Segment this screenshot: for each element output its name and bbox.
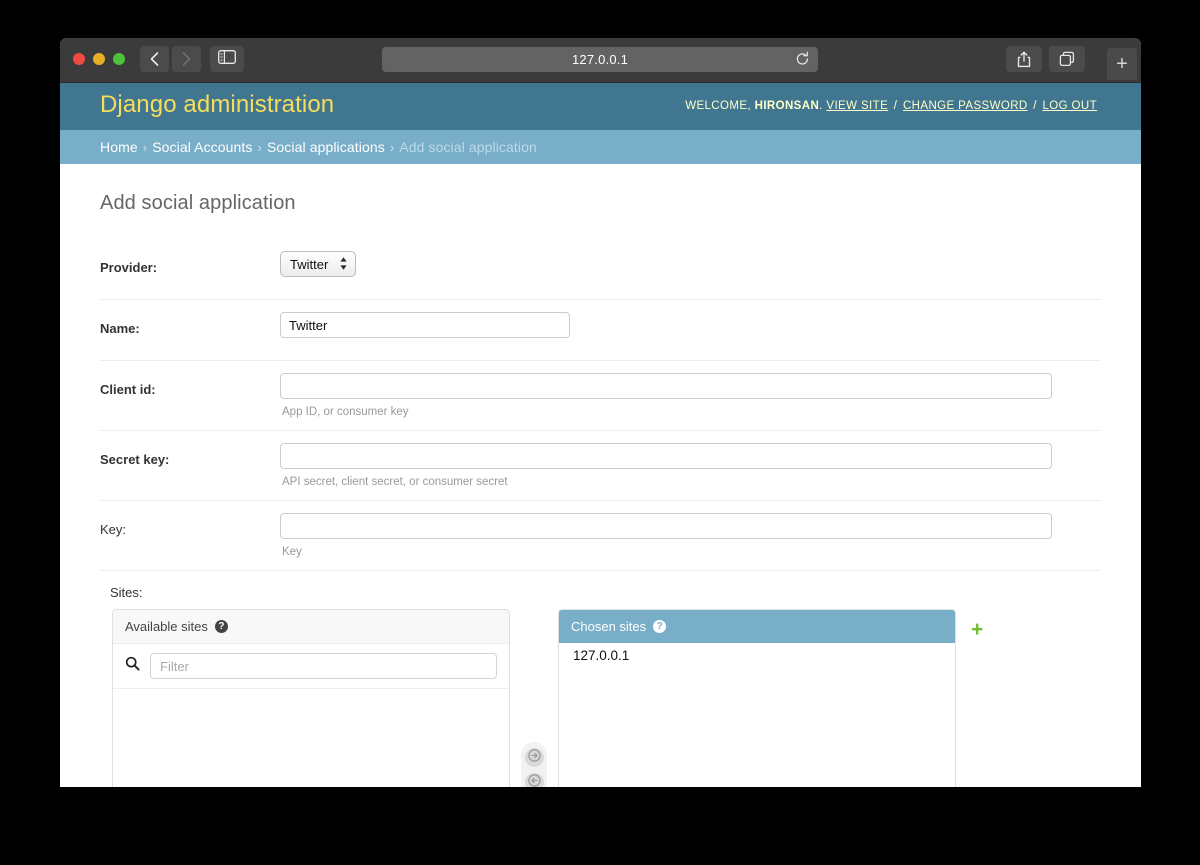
browser-titlebar: 127.0.0.1 +: [60, 38, 1141, 83]
sites-label: Sites:: [110, 585, 143, 600]
minimize-window-button[interactable]: [93, 53, 105, 65]
secret-key-help-text: API secret, client secret, or consumer s…: [282, 476, 508, 488]
sidebar-icon: [218, 49, 236, 69]
window-controls: [73, 53, 125, 65]
reload-icon[interactable]: [795, 51, 810, 72]
form-row-client-id: Client id: App ID, or consumer key: [100, 361, 1101, 431]
share-icon: [1017, 51, 1031, 68]
search-icon: [125, 656, 140, 676]
toolbar-right-buttons: [1006, 46, 1085, 72]
user-tools-separator: /: [893, 100, 898, 112]
client-id-help-text: App ID, or consumer key: [282, 406, 409, 418]
available-sites-filter-input[interactable]: [150, 653, 497, 679]
share-button[interactable]: [1006, 46, 1042, 72]
navigation-buttons: [140, 46, 201, 72]
form-row-key: Key: Key: [100, 501, 1101, 571]
screen: 127.0.0.1 + Django administration WELCOM…: [0, 0, 1200, 865]
form-row-sites: Sites: Available sites ? Filter Chosen s…: [100, 571, 1101, 787]
maximize-window-button[interactable]: [113, 53, 125, 65]
chosen-sites-list[interactable]: 127.0.0.1: [559, 643, 955, 787]
address-bar[interactable]: 127.0.0.1: [382, 47, 818, 72]
key-help-text: Key: [282, 546, 302, 558]
breadcrumb-home[interactable]: Home: [100, 139, 138, 155]
sites-chooser-controls: [510, 609, 558, 787]
help-icon[interactable]: ?: [653, 620, 667, 633]
view-site-link[interactable]: VIEW SITE: [826, 100, 888, 112]
breadcrumb-separator: ›: [257, 139, 262, 155]
chosen-sites-header: Chosen sites ?: [559, 610, 955, 643]
available-sites-filter-row: [113, 644, 509, 689]
arrow-left-circle-icon: [527, 773, 541, 788]
breadcrumb-separator: ›: [142, 139, 148, 155]
available-sites-box: Available sites ?: [112, 609, 510, 787]
copy-tabs-icon: [1059, 51, 1075, 67]
add-another-site-column: +: [956, 609, 1011, 641]
chooser-pill: [521, 742, 547, 787]
chosen-sites-box: Chosen sites ? 127.0.0.1: [558, 609, 956, 787]
welcome-prefix: WELCOME,: [685, 100, 752, 112]
name-label: Name:: [100, 321, 140, 336]
key-label: Key:: [100, 522, 127, 537]
provider-select[interactable]: Twitter: [280, 251, 356, 277]
breadcrumb: Home › Social Accounts › Social applicat…: [60, 130, 1141, 164]
close-window-button[interactable]: [73, 53, 85, 65]
change-password-link[interactable]: CHANGE PASSWORD: [903, 100, 1028, 112]
log-out-link[interactable]: LOG OUT: [1042, 100, 1097, 112]
provider-label: Provider:: [100, 260, 158, 275]
available-sites-title: Available sites: [125, 619, 208, 634]
add-selected-sites-button[interactable]: [524, 748, 544, 767]
remove-selected-sites-button[interactable]: [524, 773, 544, 788]
secret-key-input[interactable]: [280, 443, 1052, 469]
browser-window: 127.0.0.1 + Django administration WELCOM…: [60, 38, 1141, 787]
user-tools-separator: /: [1033, 100, 1037, 112]
breadcrumb-current: Add social application: [399, 139, 537, 155]
form-row-name: Name:: [100, 300, 1101, 361]
sites-selector: Available sites ? Filter Chosen sites ? …: [100, 609, 1101, 787]
form-row-provider: Provider: Twitter: [100, 241, 1101, 300]
chevron-left-icon: [150, 52, 159, 66]
client-id-label: Client id:: [100, 382, 156, 397]
breadcrumb-social-applications[interactable]: Social applications: [267, 139, 385, 155]
chevron-right-icon: [182, 52, 191, 66]
key-input[interactable]: [280, 513, 1052, 539]
sidebar-toggle-button[interactable]: [210, 46, 244, 72]
django-admin-page: Django administration WELCOME, HIRONSAN.…: [60, 83, 1141, 787]
list-item[interactable]: 127.0.0.1: [559, 643, 955, 668]
site-branding[interactable]: Django administration: [100, 91, 334, 119]
available-sites-list[interactable]: [113, 689, 509, 787]
welcome-suffix: .: [819, 100, 823, 112]
page-title: Add social application: [100, 192, 296, 214]
name-input[interactable]: [280, 312, 570, 338]
site-header: Django administration WELCOME, HIRONSAN.…: [60, 83, 1141, 130]
social-application-form: Provider: Twitter Name: Twitter Client i…: [100, 241, 1101, 787]
breadcrumb-social-accounts[interactable]: Social Accounts: [152, 139, 252, 155]
client-id-input[interactable]: [280, 373, 1052, 399]
address-bar-text: 127.0.0.1: [571, 52, 628, 67]
user-tools: WELCOME, HIRONSAN. VIEW SITE / CHANGE PA…: [685, 100, 1097, 112]
breadcrumb-separator: ›: [389, 139, 395, 155]
tab-overview-button[interactable]: [1049, 46, 1085, 72]
available-sites-header: Available sites ?: [113, 610, 509, 644]
back-button[interactable]: [140, 46, 169, 72]
provider-select-wrapper: Twitter: [280, 251, 356, 277]
form-row-secret-key: Secret key: API secret, client secret, o…: [100, 431, 1101, 501]
plus-icon[interactable]: +: [971, 618, 983, 641]
help-icon[interactable]: ?: [214, 620, 228, 633]
chosen-sites-title: Chosen sites: [571, 619, 647, 634]
main-content: Add social application Provider: Twitter: [60, 192, 1141, 787]
forward-button[interactable]: [172, 46, 201, 72]
welcome-username: HIRONSAN: [754, 100, 820, 112]
secret-key-label: Secret key:: [100, 452, 170, 467]
new-tab-button[interactable]: +: [1107, 48, 1137, 80]
arrow-right-circle-icon: [527, 748, 541, 767]
